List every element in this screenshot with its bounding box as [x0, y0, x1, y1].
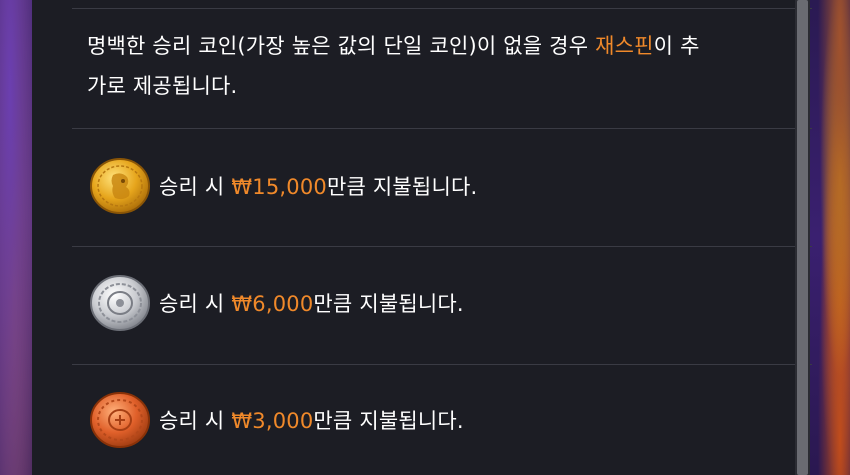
respin-highlight: 재스핀 [595, 34, 654, 58]
payout-amount: ₩6,000 [231, 292, 314, 316]
respin-rule-text: 명백한 승리 코인(가장 높은 값의 단일 코인)이 없을 경우 재스핀이 추 … [87, 26, 807, 106]
payout-suffix: 만큼 지불됩니다. [326, 175, 478, 199]
gold-payout-text: 승리 시 ₩15,000만큼 지불됩니다. [159, 171, 477, 201]
game-background-left [0, 0, 32, 475]
scrollbar-thumb[interactable] [797, 0, 808, 475]
payout-row-gold: 승리 시 ₩15,000만큼 지불됩니다. [87, 156, 477, 216]
bronze-coin-icon [87, 390, 153, 450]
payout-suffix: 만큼 지불됩니다. [313, 292, 464, 316]
divider-top [72, 8, 812, 9]
payout-row-bronze: 승리 시 ₩3,000만큼 지불됩니다. [87, 390, 464, 450]
rule-text-suffix: 이 추 [653, 34, 700, 58]
silver-payout-text: 승리 시 ₩6,000만큼 지불됩니다. [159, 288, 464, 318]
game-info-screen: 명백한 승리 코인(가장 높은 값의 단일 코인)이 없을 경우 재스핀이 추 … [0, 0, 850, 475]
gold-coin-icon [87, 156, 153, 216]
scrollbar[interactable] [795, 0, 810, 475]
divider-2 [72, 246, 812, 247]
silver-coin-icon [87, 273, 153, 333]
payout-amount: ₩3,000 [231, 409, 314, 433]
divider-3 [72, 364, 812, 365]
payout-prefix: 승리 시 [159, 175, 232, 199]
game-background-right [810, 0, 850, 475]
payout-prefix: 승리 시 [159, 292, 232, 316]
payout-amount: ₩15,000 [231, 175, 327, 199]
payout-prefix: 승리 시 [159, 409, 232, 433]
payout-row-silver: 승리 시 ₩6,000만큼 지불됩니다. [87, 273, 464, 333]
payout-suffix: 만큼 지불됩니다. [313, 409, 464, 433]
rule-text-line2: 가로 제공됩니다. [87, 74, 238, 98]
paytable-panel: 명백한 승리 코인(가장 높은 값의 단일 코인)이 없을 경우 재스핀이 추 … [32, 0, 812, 475]
bronze-payout-text: 승리 시 ₩3,000만큼 지불됩니다. [159, 405, 464, 435]
divider-1 [72, 128, 812, 129]
rule-text-prefix: 명백한 승리 코인(가장 높은 값의 단일 코인)이 없을 경우 [87, 34, 596, 58]
